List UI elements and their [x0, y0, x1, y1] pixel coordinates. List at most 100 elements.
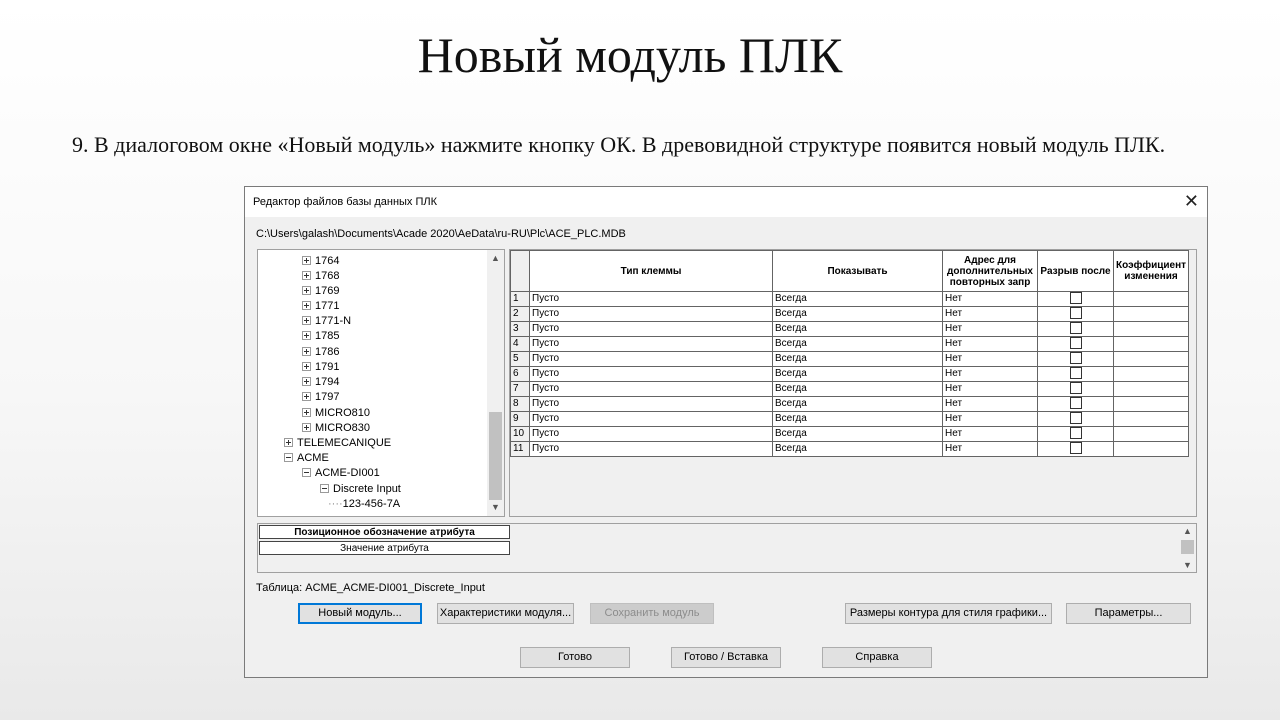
- tree-item[interactable]: MICRO830: [302, 421, 370, 436]
- expand-icon[interactable]: [302, 422, 311, 432]
- contour-sizes-button[interactable]: Размеры контура для стиля графики...: [845, 603, 1052, 624]
- done-button[interactable]: Готово: [520, 647, 630, 668]
- tree-item[interactable]: 1794: [302, 375, 339, 390]
- cell-scale-factor[interactable]: [1112, 396, 1190, 412]
- table-row[interactable]: 11 Пусто Всегда Нет: [510, 441, 1190, 457]
- break-after-checkbox[interactable]: [1069, 307, 1082, 320]
- cell-show[interactable]: Всегда: [772, 426, 943, 442]
- break-after-checkbox[interactable]: [1069, 412, 1082, 425]
- cell-scale-factor[interactable]: [1112, 426, 1190, 442]
- cell-scale-factor[interactable]: [1112, 321, 1190, 337]
- expand-icon[interactable]: [302, 361, 311, 371]
- parameters-button[interactable]: Параметры...: [1066, 603, 1191, 624]
- cell-scale-factor[interactable]: [1112, 441, 1190, 457]
- cell-terminal-type[interactable]: Пусто: [529, 306, 773, 322]
- scroll-thumb[interactable]: [489, 412, 502, 500]
- collapse-icon[interactable]: [284, 452, 293, 462]
- cell-terminal-type[interactable]: Пусто: [529, 366, 773, 382]
- cell-address[interactable]: Нет: [942, 291, 1038, 307]
- tree-item[interactable]: 1771-N: [302, 314, 351, 329]
- table-row[interactable]: 6 Пусто Всегда Нет: [510, 366, 1190, 382]
- cell-show[interactable]: Всегда: [772, 366, 943, 382]
- break-after-checkbox[interactable]: [1069, 427, 1082, 440]
- cell-address[interactable]: Нет: [942, 321, 1038, 337]
- cell-show[interactable]: Всегда: [772, 351, 943, 367]
- table-row[interactable]: 4 Пусто Всегда Нет: [510, 336, 1190, 352]
- tree-item[interactable]: 1785: [302, 329, 339, 344]
- cell-terminal-type[interactable]: Пусто: [529, 321, 773, 337]
- tree-item[interactable]: 1769: [302, 284, 339, 299]
- cell-terminal-type[interactable]: Пусто: [529, 351, 773, 367]
- cell-terminal-type[interactable]: Пусто: [529, 426, 773, 442]
- header-scale-factor[interactable]: Коэффициент изменения: [1112, 250, 1190, 292]
- cell-show[interactable]: Всегда: [772, 441, 943, 457]
- expand-icon[interactable]: [302, 285, 311, 295]
- break-after-checkbox[interactable]: [1069, 382, 1082, 395]
- scroll-up-icon[interactable]: ▲: [487, 250, 504, 267]
- cell-address[interactable]: Нет: [942, 306, 1038, 322]
- header-address[interactable]: Адрес для дополнительных повторных запр: [942, 250, 1038, 292]
- tree-scrollbar[interactable]: ▲ ▼: [487, 250, 504, 516]
- cell-address[interactable]: Нет: [942, 441, 1038, 457]
- break-after-checkbox[interactable]: [1069, 322, 1082, 335]
- tree-item[interactable]: 1764: [302, 254, 339, 269]
- close-icon[interactable]: ✕: [1184, 190, 1199, 212]
- cell-address[interactable]: Нет: [942, 351, 1038, 367]
- save-module-button[interactable]: Сохранить модуль: [590, 603, 714, 624]
- collapse-icon[interactable]: [320, 483, 329, 493]
- expand-icon[interactable]: [302, 255, 311, 265]
- header-terminal-type[interactable]: Тип клеммы: [529, 250, 773, 292]
- tree-item[interactable]: ····123-456-7A: [328, 497, 400, 512]
- cell-terminal-type[interactable]: Пусто: [529, 441, 773, 457]
- tree-item[interactable]: ACME-DI001: [302, 466, 380, 481]
- cell-scale-factor[interactable]: [1112, 291, 1190, 307]
- cell-show[interactable]: Всегда: [772, 321, 943, 337]
- table-row[interactable]: 7 Пусто Всегда Нет: [510, 381, 1190, 397]
- cell-scale-factor[interactable]: [1112, 306, 1190, 322]
- table-row[interactable]: 8 Пусто Всегда Нет: [510, 396, 1190, 412]
- plc-tree-view[interactable]: 1764 1768 1769 1771 1771-N 1785 1786 1791 1794 17…: [257, 249, 505, 517]
- attribute-scrollbar[interactable]: ▲ ▼: [1179, 524, 1196, 572]
- expand-icon[interactable]: [302, 300, 311, 310]
- cell-terminal-type[interactable]: Пусто: [529, 381, 773, 397]
- cell-terminal-type[interactable]: Пусто: [529, 396, 773, 412]
- cell-show[interactable]: Всегда: [772, 291, 943, 307]
- done-insert-button[interactable]: Готово / Вставка: [671, 647, 781, 668]
- expand-icon[interactable]: [302, 376, 311, 386]
- break-after-checkbox[interactable]: [1069, 442, 1082, 455]
- break-after-checkbox[interactable]: [1069, 367, 1082, 380]
- table-row[interactable]: 9 Пусто Всегда Нет: [510, 411, 1190, 427]
- expand-icon[interactable]: [302, 270, 311, 280]
- break-after-checkbox[interactable]: [1069, 397, 1082, 410]
- tree-item[interactable]: 1797: [302, 390, 339, 405]
- cell-terminal-type[interactable]: Пусто: [529, 411, 773, 427]
- cell-show[interactable]: Всегда: [772, 381, 943, 397]
- cell-address[interactable]: Нет: [942, 426, 1038, 442]
- cell-show[interactable]: Всегда: [772, 306, 943, 322]
- cell-scale-factor[interactable]: [1112, 351, 1190, 367]
- expand-icon[interactable]: [302, 315, 311, 325]
- scroll-thumb[interactable]: [1181, 540, 1194, 554]
- break-after-checkbox[interactable]: [1069, 352, 1082, 365]
- new-module-button[interactable]: Новый модуль...: [298, 603, 422, 624]
- cell-terminal-type[interactable]: Пусто: [529, 291, 773, 307]
- cell-show[interactable]: Всегда: [772, 411, 943, 427]
- cell-address[interactable]: Нет: [942, 366, 1038, 382]
- cell-scale-factor[interactable]: [1112, 366, 1190, 382]
- cell-address[interactable]: Нет: [942, 381, 1038, 397]
- help-button[interactable]: Справка: [822, 647, 932, 668]
- cell-address[interactable]: Нет: [942, 336, 1038, 352]
- tree-item[interactable]: 1771: [302, 299, 339, 314]
- scroll-down-icon[interactable]: ▼: [1179, 558, 1196, 572]
- header-show[interactable]: Показывать: [772, 250, 943, 292]
- module-properties-button[interactable]: Характеристики модуля...: [437, 603, 574, 624]
- expand-icon[interactable]: [302, 391, 311, 401]
- tree-item[interactable]: 1768: [302, 269, 339, 284]
- expand-icon[interactable]: [302, 330, 311, 340]
- cell-scale-factor[interactable]: [1112, 411, 1190, 427]
- header-break-after[interactable]: Разрыв после: [1037, 250, 1114, 292]
- table-row[interactable]: 1 Пусто Всегда Нет: [510, 291, 1190, 307]
- table-row[interactable]: 10 Пусто Всегда Нет: [510, 426, 1190, 442]
- cell-show[interactable]: Всегда: [772, 396, 943, 412]
- scroll-down-icon[interactable]: ▼: [487, 499, 504, 516]
